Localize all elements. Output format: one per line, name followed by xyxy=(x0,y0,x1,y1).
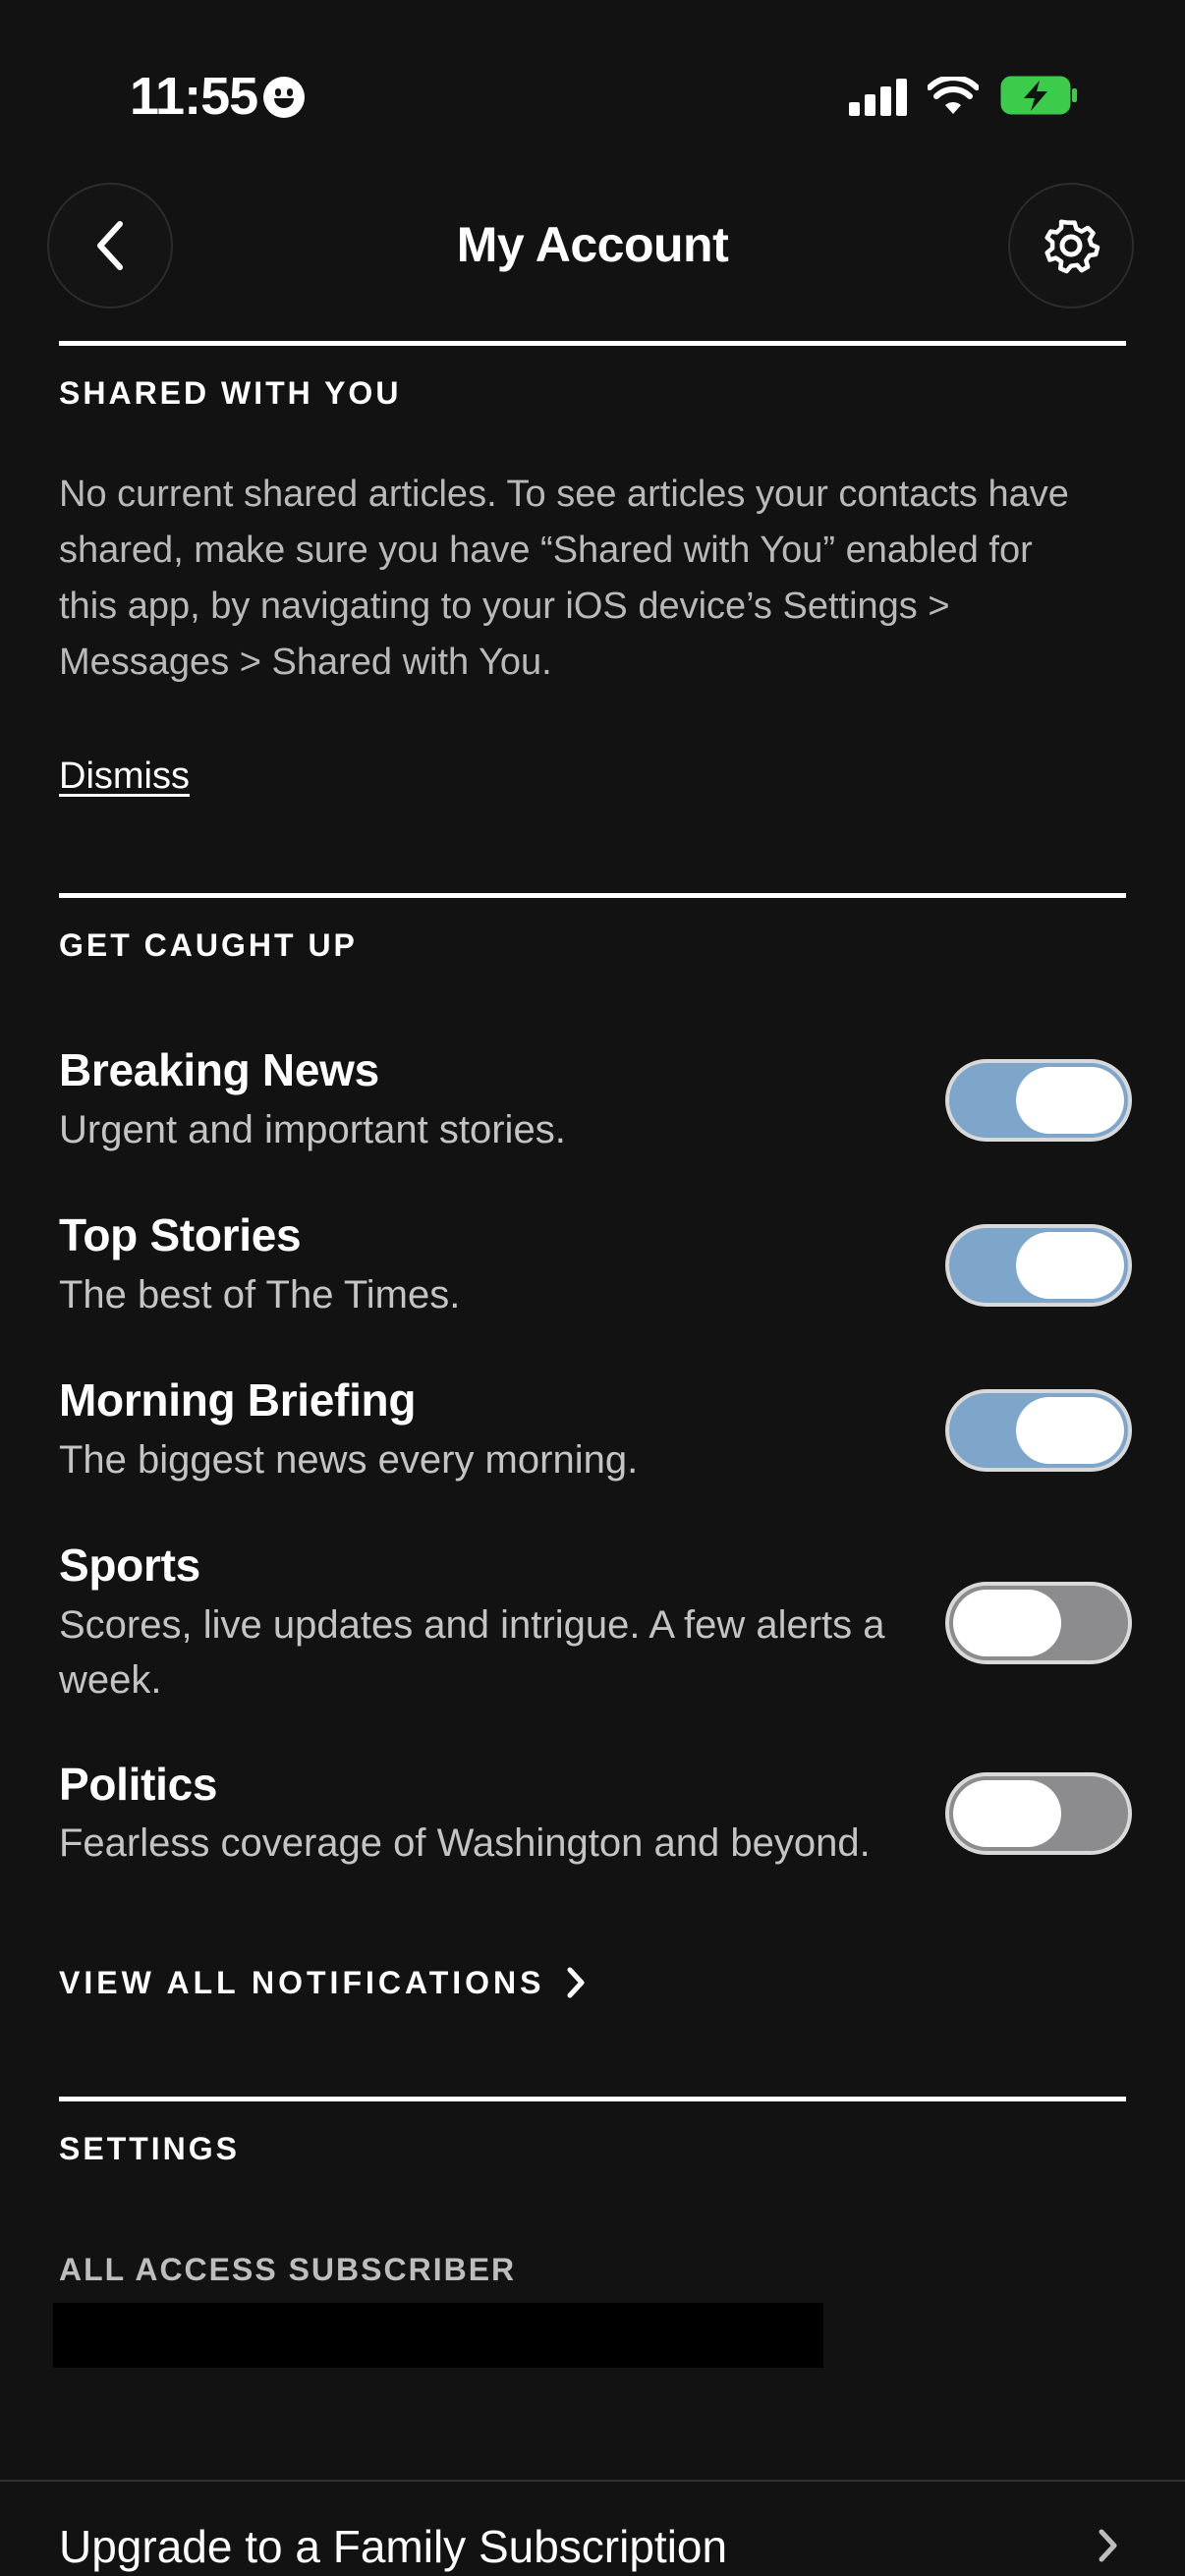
caught-up-section-label: GET CAUGHT UP xyxy=(59,927,358,963)
toggle-morning-briefing[interactable] xyxy=(945,1389,1132,1472)
notification-desc-sports: Scores, live updates and intrigue. A few… xyxy=(59,1603,885,1702)
section-divider xyxy=(59,2097,1126,2101)
signal-icon xyxy=(849,79,908,116)
gear-icon xyxy=(1044,219,1100,274)
shared-message-line: No current shared articles. To see artic… xyxy=(59,474,1069,515)
redacted-account-info xyxy=(53,2303,823,2368)
shared-message-line: Messages > Shared with You. xyxy=(59,642,552,683)
view-all-notifications-link[interactable]: VIEW ALL NOTIFICATIONS xyxy=(59,1963,587,2002)
settings-button[interactable] xyxy=(1008,183,1134,308)
settings-section-label: SETTINGS xyxy=(59,2131,241,2166)
notification-title-breaking-news: Breaking News xyxy=(59,1044,379,1095)
shared-message-line: this app, by navigating to your iOS devi… xyxy=(59,586,950,627)
notification-desc-top-stories: The best of The Times. xyxy=(59,1273,461,1316)
toggle-breaking-news[interactable] xyxy=(945,1059,1132,1142)
notification-desc-morning-briefing: The biggest news every morning. xyxy=(59,1438,639,1482)
toggle-sports[interactable] xyxy=(945,1582,1132,1664)
shared-message: No current shared articles. To see artic… xyxy=(59,467,1130,691)
row-divider xyxy=(0,2480,1185,2482)
notification-title-sports: Sports xyxy=(59,1540,200,1591)
shared-message-line: shared, make sure you have “Shared with … xyxy=(59,530,1033,571)
status-time: 11:55 xyxy=(130,67,258,126)
notification-title-politics: Politics xyxy=(59,1759,218,1810)
notification-title-morning-briefing: Morning Briefing xyxy=(59,1374,417,1426)
section-divider xyxy=(59,893,1126,898)
battery-charging-icon xyxy=(1000,76,1077,115)
view-all-label: VIEW ALL NOTIFICATIONS xyxy=(59,1965,545,2000)
toggle-politics[interactable] xyxy=(945,1772,1132,1855)
toggle-top-stories[interactable] xyxy=(945,1224,1132,1307)
shared-section-label: SHARED WITH YOU xyxy=(59,375,402,411)
chevron-right-icon xyxy=(1099,2529,1117,2562)
emoji-face-icon xyxy=(263,77,305,118)
dismiss-link[interactable]: Dismiss xyxy=(59,749,190,804)
section-divider xyxy=(59,341,1126,346)
chevron-right-icon xyxy=(567,1967,584,1998)
notification-title-top-stories: Top Stories xyxy=(59,1209,302,1260)
notification-desc-breaking-news: Urgent and important stories. xyxy=(59,1108,566,1151)
upgrade-family-subscription-row[interactable]: Upgrade to a Family Subscription xyxy=(59,2517,727,2576)
subscriber-type-label: ALL ACCESS SUBSCRIBER xyxy=(59,2252,517,2287)
notification-desc-politics: Fearless coverage of Washington and beyo… xyxy=(59,1821,871,1865)
wifi-icon xyxy=(928,77,979,114)
